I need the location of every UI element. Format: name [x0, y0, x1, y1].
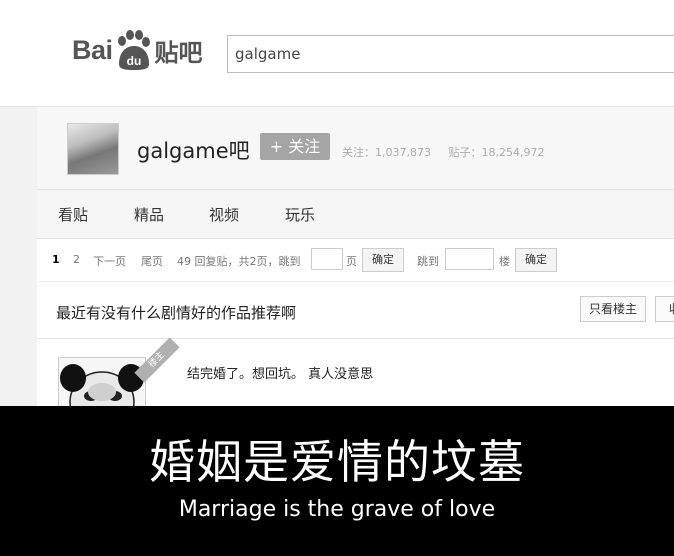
reply-summary: 49 回复贴，共2页，跳到	[177, 255, 301, 268]
collect-button[interactable]: 收	[655, 296, 674, 322]
forum-content: galgame吧 + 关注 关注：1,037,873 贴子：18,254,972…	[37, 107, 674, 419]
posts-count: 18,254,972	[481, 146, 545, 159]
search-input[interactable]: galgame	[227, 35, 674, 73]
follow-button[interactable]: + 关注	[260, 133, 330, 160]
first-post: 楼主 结完婚了。想回坑。 真人没意思	[37, 337, 674, 419]
posts-label: 贴子：	[448, 146, 482, 159]
last-page-link[interactable]: 尾页	[141, 253, 163, 269]
forum-nav: 看贴 精品 视频 玩乐	[37, 190, 674, 239]
floor-jump-confirm-button[interactable]: 确定	[515, 248, 557, 272]
logo-text-du: du	[126, 54, 141, 68]
pagination: 1 2 下一页 尾页 49 回复贴，共2页，跳到 页 确定 跳到 楼 确定	[37, 239, 674, 282]
paw-icon: du	[117, 30, 150, 70]
forum-name[interactable]: galgame吧	[137, 135, 250, 165]
floor-unit-label: 楼	[499, 255, 510, 268]
page-unit-label: 页	[346, 255, 357, 268]
tab-posts[interactable]: 看贴	[58, 204, 88, 225]
caption-english: Marriage is the grave of love	[178, 497, 496, 522]
floor-jump-label: 跳到	[417, 255, 439, 268]
baidu-tieba-logo[interactable]: Bai du 贴吧	[72, 28, 203, 72]
page-1-link[interactable]: 1	[52, 253, 60, 266]
followers-count: 1,037,873	[375, 146, 431, 159]
tab-fun[interactable]: 玩乐	[285, 204, 315, 225]
followers-label: 关注：	[342, 146, 375, 159]
logo-text-tieba: 贴吧	[154, 38, 203, 67]
page-jump-input[interactable]	[311, 248, 343, 270]
forum-header: galgame吧 + 关注 关注：1,037,873 贴子：18,254,972	[37, 107, 674, 190]
post-content: 结完婚了。想回坑。 真人没意思	[187, 367, 374, 382]
logo-text-bai: Bai	[72, 34, 113, 65]
meme-caption: 婚姻是爱情的坟墓 Marriage is the grave of love	[0, 406, 674, 556]
tab-featured[interactable]: 精品	[134, 204, 164, 225]
tab-video[interactable]: 视频	[209, 204, 239, 225]
posts-stat: 贴子：18,254,972	[448, 146, 544, 159]
page-jump-confirm-button[interactable]: 确定	[362, 248, 404, 272]
caption-chinese: 婚姻是爱情的坟墓	[149, 435, 525, 489]
followers-stat: 关注：1,037,873	[342, 146, 431, 159]
only-op-button[interactable]: 只看楼主	[580, 296, 646, 322]
thread-title-bar: 最近有没有什么剧情好的作品推荐啊 只看楼主 收	[37, 282, 674, 339]
top-header: Bai du 贴吧 galgame	[0, 0, 674, 107]
next-page-link[interactable]: 下一页	[93, 253, 126, 269]
page-2-link[interactable]: 2	[73, 253, 80, 266]
thread-title: 最近有没有什么剧情好的作品推荐啊	[56, 304, 297, 322]
forum-stats: 关注：1,037,873 贴子：18,254,972	[342, 144, 558, 160]
forum-avatar[interactable]	[67, 123, 119, 175]
floor-jump-input[interactable]	[445, 248, 494, 270]
